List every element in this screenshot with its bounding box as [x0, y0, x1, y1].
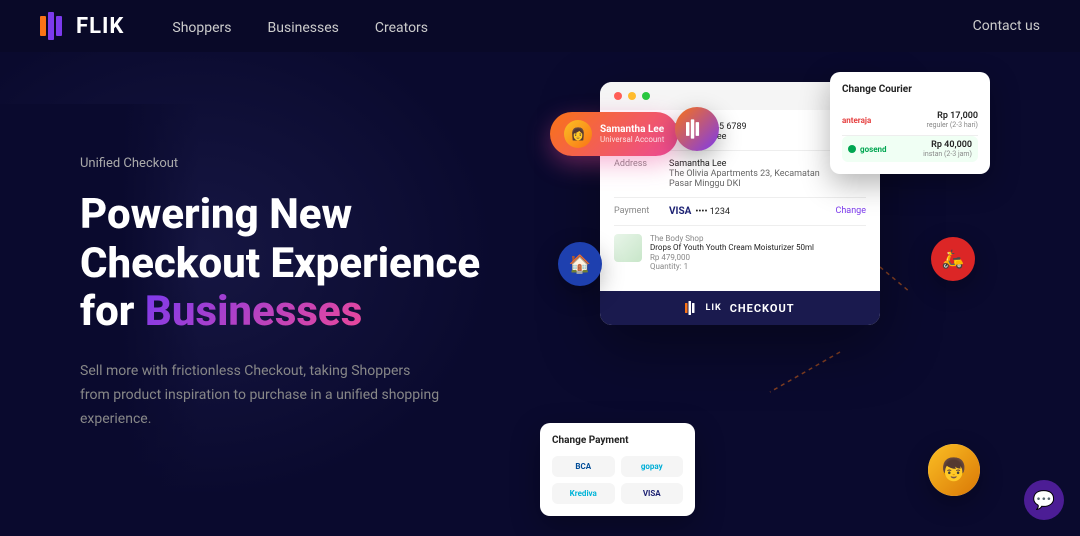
gopay-label: gopay: [641, 462, 663, 471]
hero-tag: Unified Checkout: [80, 156, 500, 171]
courier-option-2[interactable]: gosend Rp 40,000 instan (2-3 jam): [842, 136, 978, 162]
profile-info: Samantha Lee Universal Account: [600, 124, 664, 144]
hero-title-line3: for: [80, 287, 134, 336]
nav-item-shoppers[interactable]: Shoppers: [172, 17, 231, 36]
hero-mockup: 👩 Samantha Lee Universal Account 🏠 Chang…: [500, 52, 1000, 536]
anteraja-text: anteraja: [842, 116, 871, 125]
payment-change[interactable]: Change: [835, 206, 866, 217]
divider-2: [614, 197, 866, 198]
divider-3: [614, 225, 866, 226]
nav-item-businesses[interactable]: Businesses: [268, 17, 339, 36]
window-dot-red: [614, 92, 622, 100]
address-label: Address: [614, 159, 669, 189]
logo[interactable]: FLIK: [40, 12, 124, 40]
footer-flik-text: LIK: [705, 303, 721, 313]
kredivo-label: Krediva: [570, 489, 597, 498]
person-avatar-circle: 👦: [928, 444, 980, 496]
product-brand: The Body Shop: [650, 234, 866, 243]
home-icon-circle: 🏠: [558, 242, 602, 286]
profile-pill: 👩 Samantha Lee Universal Account: [550, 112, 678, 156]
chat-icon: 💬: [1033, 490, 1055, 511]
checkout-button-label: CHECKOUT: [730, 302, 795, 315]
courier-price-1: Rp 17,000: [927, 111, 978, 121]
gosend-text: gosend: [860, 145, 887, 154]
nav-item-creators[interactable]: Creators: [375, 17, 428, 36]
courier-time-2: instan (2-3 jam): [923, 150, 972, 158]
logo-text: FLIK: [76, 14, 124, 39]
address-street: The Olivia Apartments 23, Kecamatan Pasa…: [669, 169, 835, 189]
payment-dots: •••• 1234: [695, 207, 835, 217]
contact-link[interactable]: Contact us: [973, 18, 1040, 34]
product-quantity: Quantity: 1: [650, 262, 866, 271]
payment-card-title: Change Payment: [552, 435, 683, 446]
payment-option-bca[interactable]: BCA: [552, 456, 615, 477]
payment-row: Payment VISA •••• 1234 Change: [614, 206, 866, 217]
chat-bubble[interactable]: 💬: [1024, 480, 1064, 520]
courier-card-title: Change Courier: [842, 84, 978, 95]
product-image: [614, 234, 642, 262]
window-dot-green: [642, 92, 650, 100]
product-info: The Body Shop Drops Of Youth Youth Cream…: [650, 234, 866, 271]
bca-label: BCA: [575, 462, 591, 471]
courier-card: Change Courier anteraja Rp 17,000 regule…: [830, 72, 990, 174]
flik-icon-circle: [675, 107, 719, 151]
profile-name: Samantha Lee: [600, 124, 664, 135]
payment-label: Payment: [614, 206, 669, 217]
checkout-footer[interactable]: LIK CHECKOUT: [600, 291, 880, 325]
footer-logo: LIK: [685, 301, 721, 315]
anteraja-logo: anteraja: [842, 116, 871, 125]
person-avatar-inner: 👦: [928, 444, 980, 496]
visa-logo: VISA: [669, 206, 691, 217]
product-item: The Body Shop Drops Of Youth Youth Cream…: [614, 234, 866, 271]
visa-label: VISA: [643, 489, 661, 498]
courier-option-1[interactable]: anteraja Rp 17,000 reguler (2-3 hari): [842, 105, 978, 136]
hero-title-highlight: Businesses: [145, 287, 362, 336]
profile-avatar-inner: 👩: [564, 120, 592, 148]
courier-time-1: reguler (2-3 hari): [927, 121, 978, 129]
hero-title-line1: Powering New: [80, 190, 352, 239]
courier-price-2: Rp 40,000: [923, 140, 972, 150]
payment-option-kredivo[interactable]: Krediva: [552, 483, 615, 504]
profile-subtitle: Universal Account: [600, 135, 664, 144]
payment-card: Change Payment BCA gopay Krediva VISA: [540, 423, 695, 516]
nav-links: Shoppers Businesses Creators: [172, 17, 972, 36]
address-name: Samantha Lee: [669, 159, 835, 169]
hero-section: Unified Checkout Powering New Checkout E…: [0, 52, 1080, 536]
hero-title-line2: Checkout Experience: [80, 239, 480, 288]
hero-title: Powering New Checkout Experience for Bus…: [80, 191, 500, 336]
navbar: FLIK Shoppers Businesses Creators Contac…: [0, 0, 1080, 52]
window-dot-yellow: [628, 92, 636, 100]
product-price: Rp 479,000: [650, 253, 866, 262]
payment-options: BCA gopay Krediva VISA: [552, 456, 683, 504]
payment-option-gopay[interactable]: gopay: [621, 456, 684, 477]
selected-indicator: [848, 145, 856, 153]
hero-content: Unified Checkout Powering New Checkout E…: [80, 156, 500, 431]
product-name: Drops Of Youth Youth Cream Moisturizer 5…: [650, 243, 866, 253]
delivery-icon-circle: 🛵: [931, 237, 975, 281]
payment-option-visa[interactable]: VISA: [621, 483, 684, 504]
address-row: Address Samantha Lee The Olivia Apartmen…: [614, 159, 866, 189]
hero-subtitle: Sell more with frictionless Checkout, ta…: [80, 360, 440, 431]
profile-avatar: 👩: [564, 120, 592, 148]
